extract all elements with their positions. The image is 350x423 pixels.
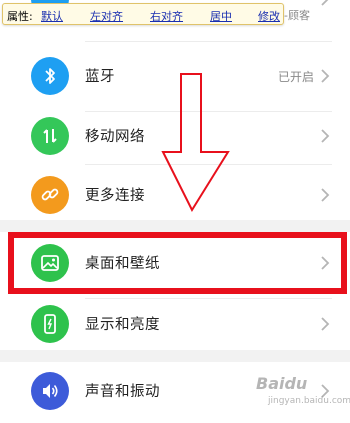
align-default-link[interactable]: 默认: [41, 8, 63, 24]
chevron-right-icon: [321, 0, 329, 6]
settings-screen: -顾客 蓝牙 已开启 移动网络 更多连接 桌面和壁纸 显示和亮度 声音和振动 属…: [0, 0, 350, 423]
sound-icon: [31, 372, 69, 410]
baidu-watermark: Baidu jingyan.baidu.com: [232, 372, 350, 414]
edit-link[interactable]: 修改: [258, 8, 280, 24]
settings-row-display-brightness[interactable]: 显示和亮度: [0, 289, 350, 359]
chevron-right-icon: [321, 69, 330, 83]
chevron-right-icon: [321, 188, 330, 202]
bluetooth-icon: [31, 57, 69, 95]
link-icon: [31, 176, 69, 214]
watermark-sub: jingyan.baidu.com: [268, 396, 350, 406]
row-value: 已开启: [277, 70, 314, 84]
annotation-down-arrow: [161, 73, 230, 213]
row-label: 移动网络: [85, 129, 145, 145]
attribute-toolbar: 属性: 默认 左对齐 右对齐 居中 修改: [2, 3, 284, 25]
row-label: 蓝牙: [85, 69, 115, 85]
chevron-right-icon: [321, 129, 330, 143]
watermark-brand: Baidu: [256, 374, 308, 393]
row-label: 更多连接: [85, 188, 145, 204]
top-row-value: -顾客: [284, 9, 310, 22]
toolbar-prefix: 属性:: [7, 10, 33, 23]
mobile-network-icon: [31, 117, 69, 155]
annotation-highlight-box: [8, 232, 347, 294]
row-label: 显示和亮度: [85, 317, 160, 333]
chevron-right-icon: [321, 317, 330, 331]
row-label: 声音和振动: [85, 384, 160, 400]
display-brightness-icon: [31, 305, 69, 343]
align-center-link[interactable]: 居中: [210, 8, 232, 24]
align-right-link[interactable]: 右对齐: [150, 8, 183, 24]
align-left-link[interactable]: 左对齐: [90, 8, 123, 24]
